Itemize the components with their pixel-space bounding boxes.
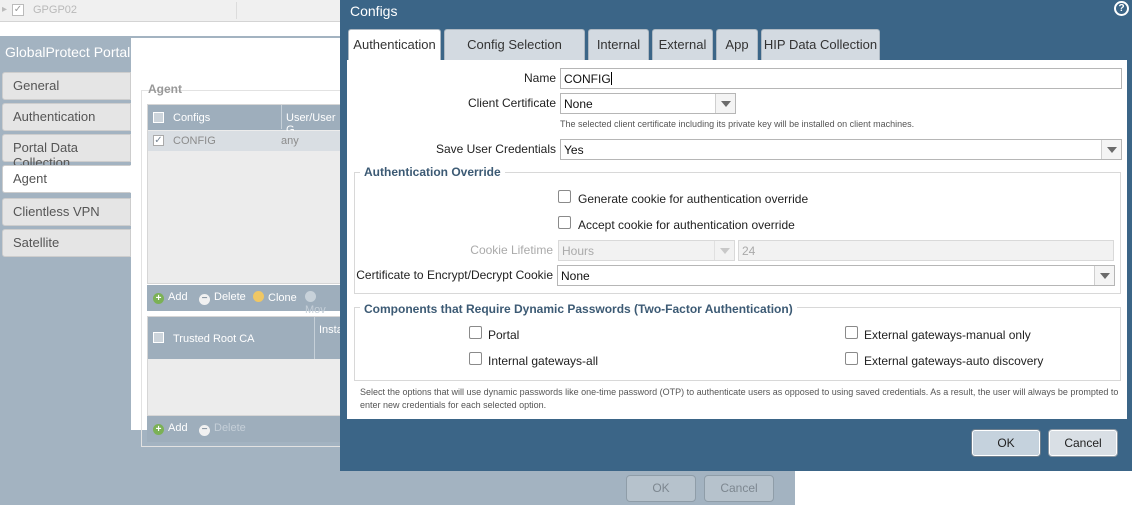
cookie-lifetime-value: 24 — [742, 244, 756, 258]
row-name: GPGP02 — [33, 4, 78, 16]
external-manual-otp-checkbox[interactable] — [845, 326, 858, 339]
trusted-table-header: Trusted Root CA Insta Certi — [148, 317, 354, 359]
move-label: Mov — [305, 304, 326, 316]
cookie-certificate-value: None — [561, 269, 590, 283]
cookie-lifetime-unit-select[interactable]: Hours — [558, 240, 735, 261]
client-certificate-hint: The selected client certificate includin… — [560, 119, 915, 129]
delete-label: Delete — [214, 291, 246, 303]
configs-actions-bar: + Add − Delete Clone Mov — [147, 285, 340, 316]
add-label: Add — [168, 291, 188, 303]
name-label: Name — [523, 71, 556, 85]
portal-otp-label: Portal — [488, 328, 520, 342]
two-factor-note: Select the options that will use dynamic… — [360, 387, 1119, 410]
text-cursor — [610, 72, 612, 85]
add-icon: + — [153, 424, 164, 435]
two-factor-legend: Components that Require Dynamic Password… — [360, 302, 797, 316]
portal-otp-checkbox[interactable] — [469, 326, 482, 339]
chevron-down-icon[interactable] — [1094, 266, 1114, 285]
add-trusted-ca-button[interactable]: + Add — [153, 422, 188, 435]
portal-ok-button[interactable]: OK — [626, 475, 696, 502]
side-tab-portal-data-collection[interactable]: Portal Data Collection — [2, 134, 131, 170]
configs-table: Configs User/User G ✓ CONFIG any — [147, 104, 340, 284]
side-tab-agent[interactable]: Agent — [2, 165, 131, 193]
configs-dialog: Configs ? Authentication Config Selectio… — [340, 0, 1132, 471]
name-input[interactable]: CONFIG — [560, 68, 1122, 89]
accept-cookie-checkbox[interactable] — [558, 216, 571, 229]
row-edge-glyph: ▸ — [2, 4, 8, 15]
cookie-lifetime-input[interactable]: 24 — [738, 240, 1114, 261]
select-all-checkbox[interactable] — [153, 112, 164, 123]
tab-internal[interactable]: Internal — [588, 29, 649, 60]
delete-trusted-ca-button[interactable]: − Delete — [199, 422, 246, 436]
save-user-credentials-value: Yes — [564, 143, 584, 157]
chevron-down-icon[interactable] — [715, 94, 735, 113]
external-manual-otp-label: External gateways-manual only — [864, 328, 1031, 342]
tab-config-selection-criteria[interactable]: Config Selection Criteria — [444, 29, 585, 82]
delete-icon: − — [199, 425, 210, 436]
add-icon: + — [153, 293, 164, 304]
column-separator — [236, 2, 237, 19]
background-top-row: ▸ ✓ GPGP02 — [0, 0, 340, 22]
move-icon — [305, 291, 316, 302]
column-header-trusted-root-ca[interactable]: Trusted Root CA — [173, 333, 255, 345]
tab-hip-data-collection[interactable]: HIP Data Collection — [761, 29, 880, 60]
delete-label: Delete — [214, 422, 246, 434]
dialog-title: Configs — [350, 3, 398, 19]
client-certificate-select[interactable]: None — [560, 93, 736, 114]
cancel-button[interactable]: Cancel — [1048, 429, 1118, 457]
generate-cookie-checkbox[interactable] — [558, 190, 571, 203]
agent-legend: Agent — [148, 82, 182, 96]
side-tab-clientless-vpn[interactable]: Clientless VPN — [2, 198, 131, 226]
chevron-down-icon[interactable] — [714, 241, 734, 260]
configs-table-header: Configs User/User G — [148, 105, 340, 136]
tab-authentication[interactable]: Authentication — [348, 29, 441, 61]
internal-gateways-otp-checkbox[interactable] — [469, 352, 482, 365]
clone-icon — [253, 291, 264, 302]
save-user-credentials-label: Save User Credentials — [435, 142, 556, 156]
move-config-button[interactable]: Mov — [305, 291, 340, 316]
external-auto-otp-label: External gateways-auto discovery — [864, 354, 1044, 368]
clone-label: Clone — [268, 292, 297, 304]
name-value: CONFIG — [564, 72, 611, 86]
authentication-override-legend: Authentication Override — [360, 165, 505, 179]
portal-cancel-button[interactable]: Cancel — [704, 475, 774, 502]
client-certificate-label: Client Certificate — [467, 96, 556, 110]
ok-button[interactable]: OK — [971, 429, 1041, 457]
trusted-actions-bar: + Add − Delete — [147, 416, 340, 442]
add-label: Add — [168, 422, 188, 434]
side-tab-satellite[interactable]: Satellite — [2, 229, 131, 257]
tab-external[interactable]: External — [652, 29, 713, 60]
chevron-down-icon[interactable] — [1101, 140, 1121, 159]
generate-cookie-label: Generate cookie for authentication overr… — [578, 192, 809, 206]
cookie-certificate-select[interactable]: None — [557, 265, 1115, 286]
clone-config-button[interactable]: Clone — [253, 291, 297, 304]
config-user-cell: any — [281, 135, 299, 147]
row-checkbox[interactable]: ✓ — [12, 4, 24, 16]
two-factor-fieldset — [354, 307, 1121, 381]
internal-gateways-otp-label: Internal gateways-all — [488, 354, 599, 368]
row-checkbox[interactable]: ✓ — [153, 135, 164, 146]
select-all-checkbox[interactable] — [153, 332, 164, 343]
client-certificate-value: None — [564, 97, 593, 111]
column-header-user[interactable]: User/User G — [281, 105, 340, 136]
side-tab-general[interactable]: General — [2, 72, 131, 100]
cookie-lifetime-unit-value: Hours — [562, 244, 595, 258]
add-config-button[interactable]: + Add — [153, 291, 188, 304]
cookie-certificate-label: Certificate to Encrypt/Decrypt Cookie — [356, 268, 553, 282]
trusted-root-ca-table: Trusted Root CA Insta Certi — [147, 316, 354, 416]
authentication-tab-panel: Name CONFIG Client Certificate None The … — [347, 60, 1127, 419]
side-tab-authentication[interactable]: Authentication — [2, 103, 131, 131]
column-header-configs[interactable]: Configs — [173, 112, 210, 124]
portal-config-footer: OK Cancel — [340, 471, 795, 505]
external-auto-otp-checkbox[interactable] — [845, 352, 858, 365]
cookie-lifetime-label: Cookie Lifetime — [470, 243, 553, 257]
help-icon[interactable]: ? — [1114, 1, 1129, 16]
tab-app[interactable]: App — [716, 29, 758, 60]
delete-config-button[interactable]: − Delete — [199, 291, 246, 305]
save-user-credentials-select[interactable]: Yes — [560, 139, 1122, 160]
delete-icon: − — [199, 294, 210, 305]
accept-cookie-label: Accept cookie for authentication overrid… — [578, 218, 795, 232]
table-row[interactable]: ✓ CONFIG any — [148, 131, 340, 151]
config-name-cell[interactable]: CONFIG — [173, 135, 216, 147]
